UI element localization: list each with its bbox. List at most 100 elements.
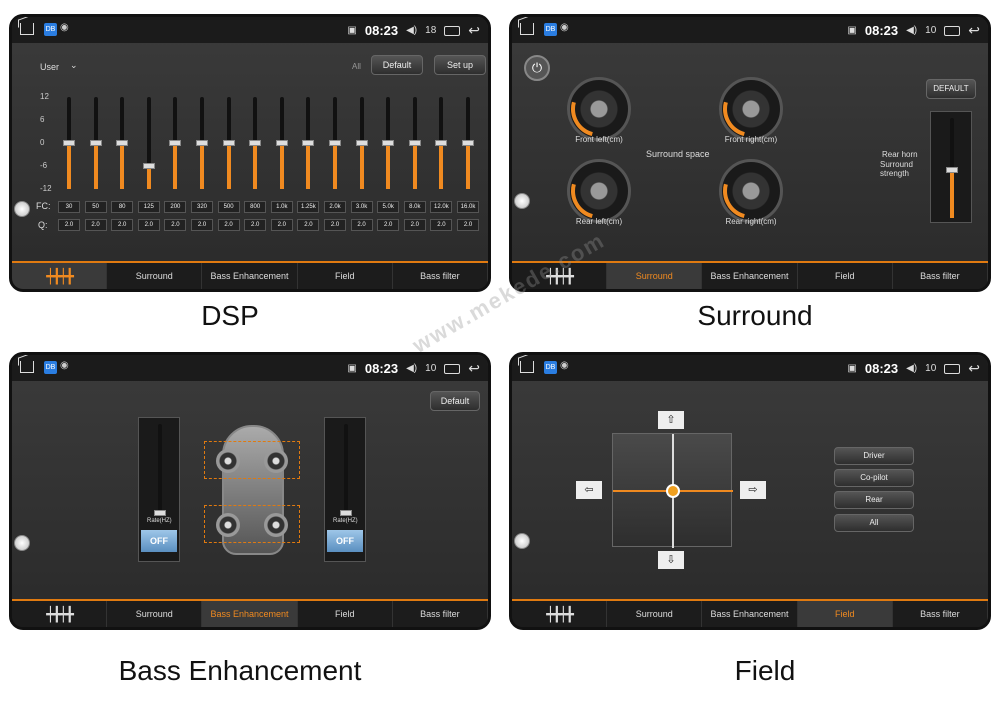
fc-cell[interactable]: 2.0k bbox=[324, 201, 346, 213]
home-icon[interactable] bbox=[520, 23, 534, 35]
fc-cell[interactable]: 1.25k bbox=[297, 201, 320, 213]
setup-button[interactable]: Set up bbox=[434, 55, 486, 75]
app-icon[interactable]: DB bbox=[44, 361, 57, 374]
q-cell[interactable]: 2.0 bbox=[377, 219, 400, 231]
q-cell[interactable]: 2.0 bbox=[137, 219, 160, 231]
q-cell[interactable]: 2.0 bbox=[270, 219, 293, 231]
default-button[interactable]: Default bbox=[371, 55, 423, 75]
fc-cell[interactable]: 30 bbox=[58, 201, 80, 213]
eq-slider-knob[interactable] bbox=[89, 140, 102, 146]
q-cell[interactable]: 2.0 bbox=[350, 219, 373, 231]
eq-slider-knob[interactable] bbox=[142, 163, 155, 169]
gauge-front-right[interactable] bbox=[712, 70, 790, 148]
off-toggle[interactable]: OFF bbox=[327, 530, 363, 552]
eq-slider-knob[interactable] bbox=[222, 140, 235, 146]
default-button[interactable]: DEFAULT bbox=[926, 79, 976, 99]
tab-surround[interactable]: Surround bbox=[107, 263, 203, 289]
eq-slider-knob[interactable] bbox=[382, 140, 395, 146]
tab-field[interactable]: Field bbox=[797, 601, 893, 627]
recent-apps-icon[interactable] bbox=[444, 25, 461, 36]
fc-cell[interactable]: 5.0k bbox=[377, 201, 400, 213]
arrow-right-icon[interactable]: ⇨ bbox=[740, 481, 766, 499]
tab-dsp[interactable]: ┿╋┿╋ bbox=[12, 263, 108, 289]
driver-button[interactable]: Driver bbox=[834, 447, 914, 465]
slider-knob[interactable] bbox=[340, 510, 352, 516]
eq-slider-knob[interactable] bbox=[275, 140, 288, 146]
bass-right-slider[interactable]: Rate(HZ) OFF bbox=[324, 417, 366, 562]
back-icon[interactable]: ↩ bbox=[968, 22, 980, 39]
home-icon[interactable] bbox=[20, 23, 34, 35]
q-cell[interactable]: 2.0 bbox=[457, 219, 479, 231]
fc-cell[interactable]: 80 bbox=[111, 201, 134, 213]
q-cell[interactable]: 2.0 bbox=[164, 219, 187, 231]
strength-slider[interactable] bbox=[930, 111, 972, 223]
gauge-rear-left[interactable] bbox=[560, 152, 638, 230]
app-icon[interactable]: DB bbox=[544, 23, 557, 36]
gauge-rear-right[interactable] bbox=[712, 152, 790, 230]
tab-field[interactable]: Field bbox=[798, 263, 893, 289]
q-cell[interactable]: 2.0 bbox=[430, 219, 453, 231]
tab-bass-filter[interactable]: Bass filter bbox=[893, 263, 988, 289]
fc-cell[interactable]: 800 bbox=[244, 201, 267, 213]
position-marker[interactable] bbox=[666, 484, 680, 498]
q-cell[interactable]: 2.0 bbox=[403, 219, 426, 231]
eq-slider-knob[interactable] bbox=[249, 140, 262, 146]
arrow-up-icon[interactable]: ⇧ bbox=[658, 411, 684, 429]
arrow-down-icon[interactable]: ⇩ bbox=[658, 551, 684, 569]
tab-bass-filter[interactable]: Bass filter bbox=[893, 601, 988, 627]
q-cell[interactable]: 2.0 bbox=[111, 219, 134, 231]
volume-icon[interactable]: ◀) bbox=[406, 363, 417, 374]
q-cell[interactable]: 2.0 bbox=[84, 219, 107, 231]
fc-cell[interactable]: 320 bbox=[191, 201, 213, 213]
fc-cell[interactable]: 12.0k bbox=[430, 201, 453, 213]
volume-icon[interactable]: ◀) bbox=[906, 25, 917, 36]
back-icon[interactable]: ↩ bbox=[468, 22, 480, 39]
tab-field[interactable]: Field bbox=[298, 601, 393, 627]
slider-knob[interactable] bbox=[154, 510, 166, 516]
q-cell[interactable]: 2.0 bbox=[244, 219, 267, 231]
tab-surround[interactable]: Surround bbox=[607, 601, 703, 627]
bass-left-slider[interactable]: Rate(HZ) OFF bbox=[138, 417, 180, 562]
eq-slider-knob[interactable] bbox=[116, 140, 129, 146]
tab-bass-enhancement[interactable]: Bass Enhancement bbox=[702, 263, 798, 289]
eq-slider-knob[interactable] bbox=[196, 140, 208, 146]
volume-icon[interactable]: ◀) bbox=[906, 363, 917, 374]
eq-slider-knob[interactable] bbox=[63, 140, 75, 146]
fc-cell[interactable]: 125 bbox=[137, 201, 160, 213]
side-handle[interactable] bbox=[514, 193, 530, 209]
tab-bass-enhancement[interactable]: Bass Enhancement bbox=[202, 263, 298, 289]
tab-dsp[interactable]: ┿╋┿╋ bbox=[12, 601, 108, 627]
q-cell[interactable]: 2.0 bbox=[217, 219, 240, 231]
tab-field[interactable]: Field bbox=[298, 263, 393, 289]
side-handle[interactable] bbox=[14, 201, 30, 217]
default-button[interactable]: Default bbox=[430, 391, 480, 411]
fc-cell[interactable]: 200 bbox=[164, 201, 187, 213]
tab-surround[interactable]: Surround bbox=[107, 601, 203, 627]
back-icon[interactable]: ↩ bbox=[468, 360, 480, 377]
arrow-left-icon[interactable]: ⇦ bbox=[576, 481, 602, 499]
eq-slider-knob[interactable] bbox=[435, 140, 448, 146]
tab-surround[interactable]: Surround bbox=[607, 263, 703, 289]
recent-apps-icon[interactable] bbox=[944, 25, 961, 36]
q-cell[interactable]: 2.0 bbox=[58, 219, 80, 231]
off-toggle[interactable]: OFF bbox=[141, 530, 177, 552]
q-cell[interactable]: 2.0 bbox=[297, 219, 320, 231]
app-icon[interactable]: DB bbox=[44, 23, 57, 36]
fc-cell[interactable]: 500 bbox=[217, 201, 240, 213]
all-button[interactable]: All bbox=[834, 514, 914, 532]
eq-slider-knob[interactable] bbox=[462, 140, 474, 146]
field-map[interactable] bbox=[612, 433, 733, 548]
eq-slider-knob[interactable] bbox=[408, 140, 421, 146]
side-handle[interactable] bbox=[14, 535, 30, 551]
volume-icon[interactable]: ◀) bbox=[406, 25, 417, 36]
all-label[interactable]: All bbox=[352, 62, 361, 71]
eq-slider-knob[interactable] bbox=[329, 140, 341, 146]
mode-select[interactable]: User bbox=[40, 62, 59, 72]
tab-dsp[interactable]: ┿╋┿╋ bbox=[512, 601, 608, 627]
fc-cell[interactable]: 8.0k bbox=[403, 201, 426, 213]
copilot-button[interactable]: Co-pilot bbox=[834, 469, 914, 487]
eq-slider-knob[interactable] bbox=[169, 140, 182, 146]
power-icon[interactable]: ⏻ bbox=[524, 55, 550, 81]
tab-bass-enhancement[interactable]: Bass Enhancement bbox=[202, 601, 298, 627]
eq-slider-knob[interactable] bbox=[355, 140, 368, 146]
